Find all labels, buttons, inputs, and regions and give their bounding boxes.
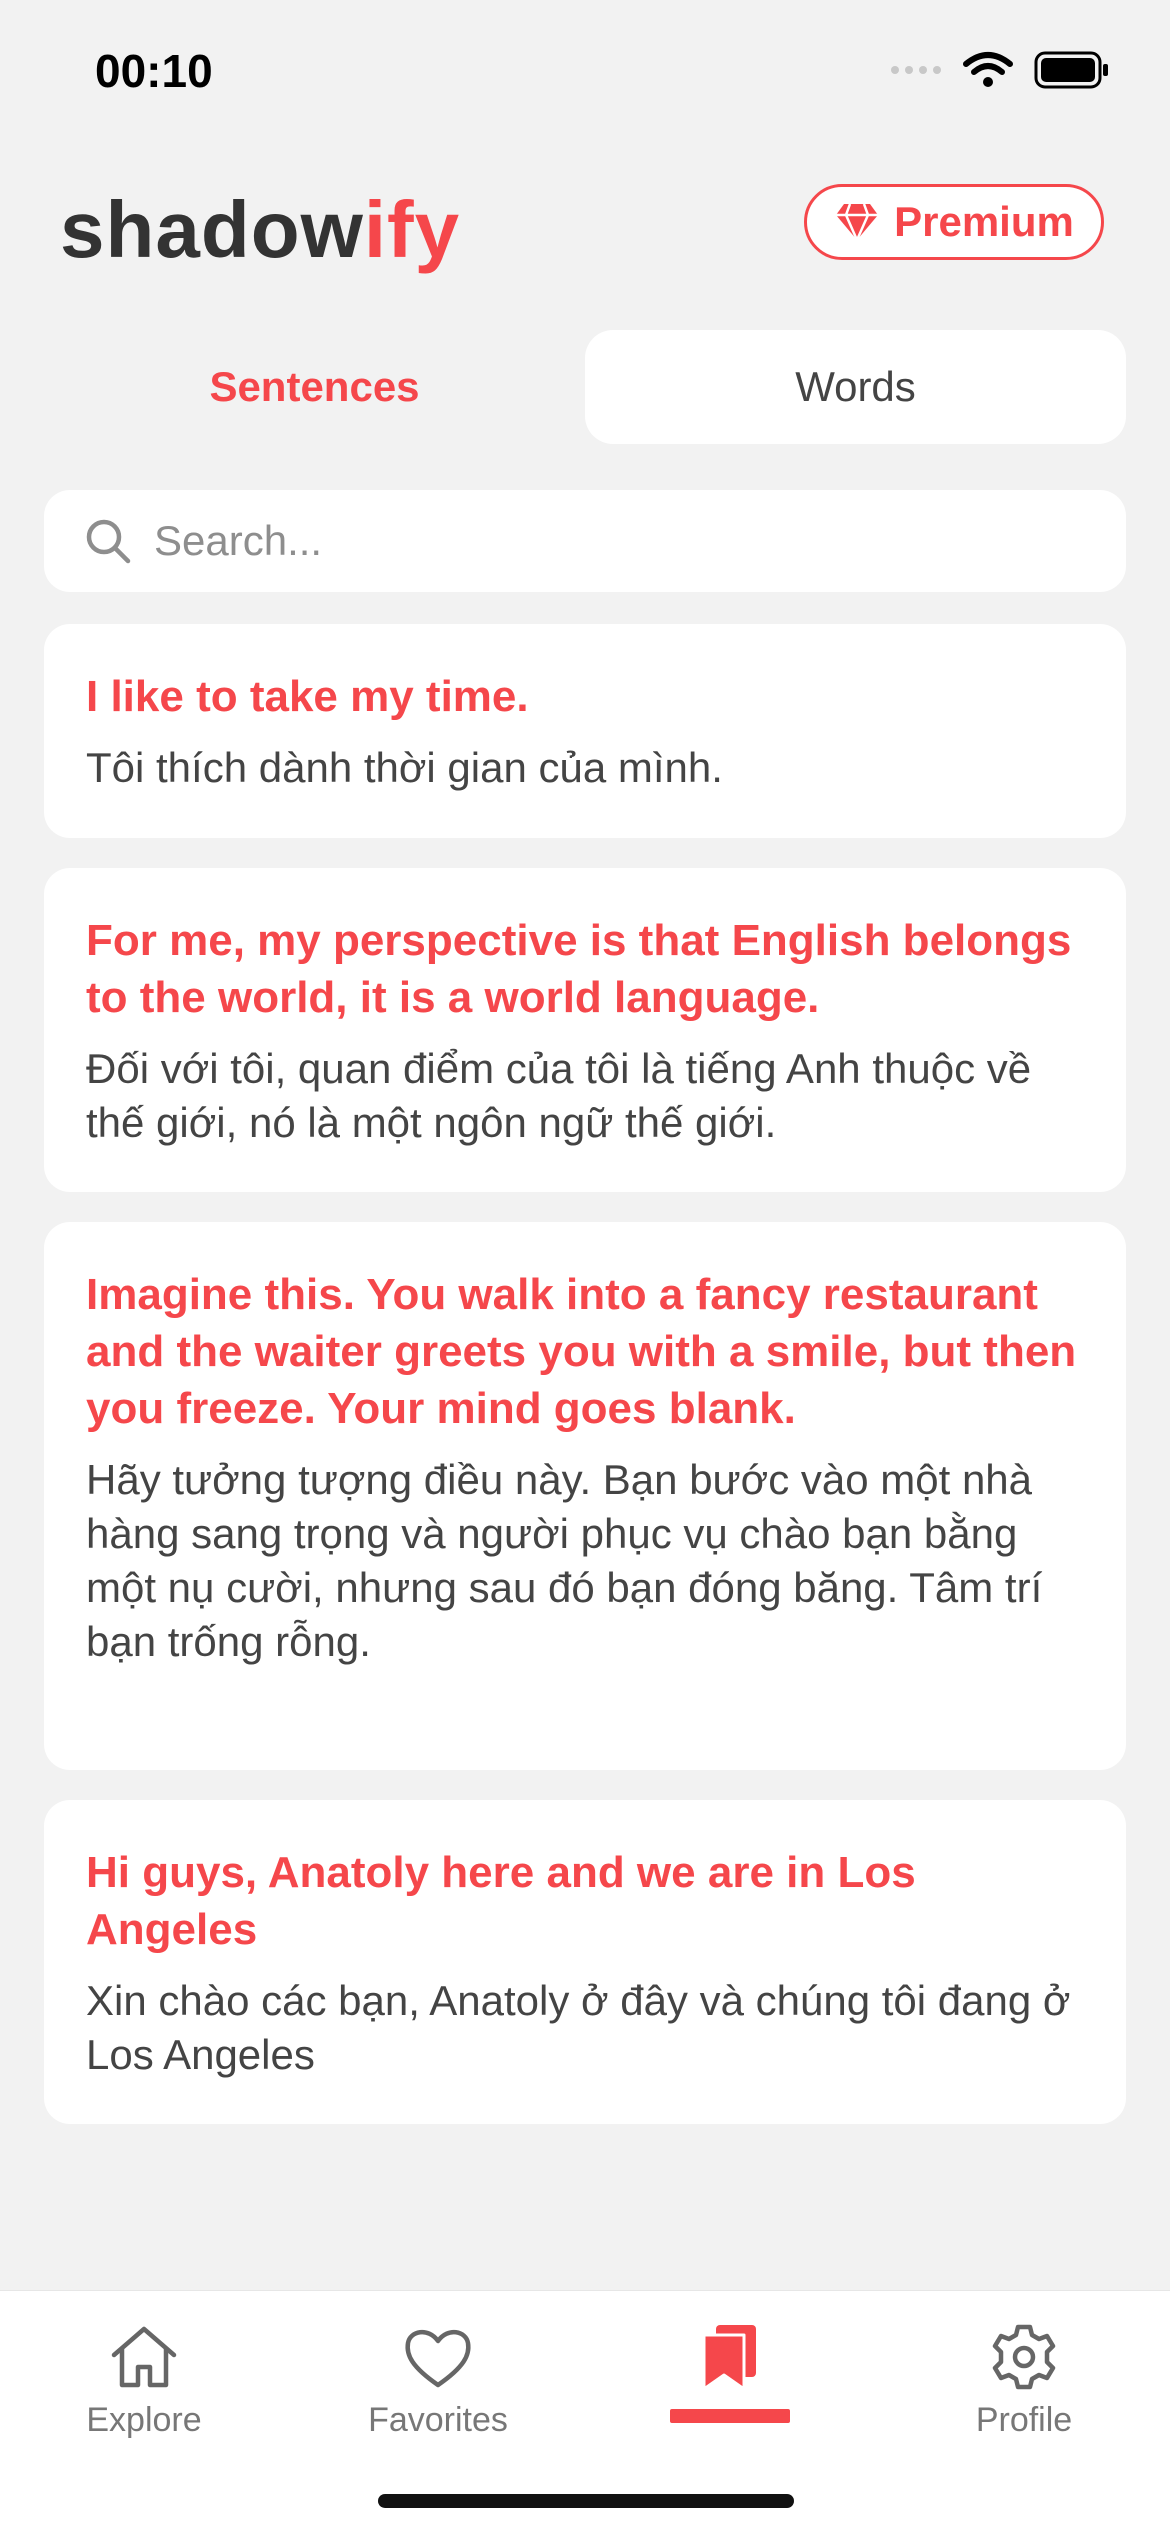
premium-button[interactable]: Premium — [804, 184, 1104, 260]
sentence-card[interactable]: For me, my perspective is that English b… — [44, 868, 1126, 1192]
diamond-icon — [836, 203, 879, 242]
brand-part1: shadow — [60, 185, 364, 274]
active-tab-indicator — [670, 2409, 790, 2423]
card-vietnamese-text: Hãy tưởng tượng điều này. Bạn bước vào m… — [86, 1456, 1043, 1665]
tab-favorites[interactable]: Favorites — [318, 2323, 558, 2440]
bookmark-icon — [702, 2325, 756, 2391]
tab-words[interactable]: Words — [585, 330, 1126, 444]
signal-icon — [891, 66, 941, 74]
segment-tabs: Sentences Words — [44, 330, 1126, 444]
app-logo: shadowify — [60, 184, 460, 276]
header: shadowify Premium — [0, 170, 1170, 280]
card-english-text: I like to take my time. — [86, 672, 529, 721]
tab-profile-label: Profile — [975, 2401, 1073, 2439]
home-indicator — [378, 2494, 794, 2508]
card-vietnamese-text: Xin chào các bạn, Anatoly ở đây và chúng… — [86, 1977, 1071, 2078]
sentence-card[interactable]: Imagine this. You walk into a fancy rest… — [44, 1222, 1126, 1770]
premium-label: Premium — [894, 198, 1074, 245]
card-vietnamese-text: Tôi thích dành thời gian của mình. — [86, 744, 723, 791]
tab-explore-label: Explore — [86, 2401, 202, 2439]
card-vietnamese-text: Đối với tôi, quan điểm của tôi là tiếng … — [86, 1045, 1032, 1146]
card-english-text: Hi guys, Anatoly here and we are in Los … — [86, 1848, 916, 1954]
card-english-text: Imagine this. You walk into a fancy rest… — [86, 1270, 1077, 1433]
tab-sentences[interactable]: Sentences — [44, 330, 585, 444]
sentence-card[interactable]: Hi guys, Anatoly here and we are in Los … — [44, 1800, 1126, 2124]
heart-icon — [405, 2330, 471, 2388]
wifi-icon — [963, 52, 1013, 87]
search-icon — [86, 519, 131, 564]
card-english-text: For me, my perspective is that English b… — [86, 916, 1072, 1022]
battery-icon — [1034, 51, 1108, 89]
tab-profile[interactable]: Profile — [904, 2323, 1144, 2440]
status-bar: 00:10 — [0, 0, 1170, 150]
tab-explore[interactable]: Explore — [24, 2323, 264, 2440]
status-time: 00:10 — [95, 45, 213, 97]
brand-part2: ify — [363, 185, 461, 274]
search-input[interactable] — [152, 516, 1056, 566]
tab-saved[interactable] — [610, 2323, 850, 2423]
status-icons — [890, 50, 1110, 90]
home-icon — [111, 2326, 177, 2388]
sentence-card[interactable]: I like to take my time. Tôi thích dành t… — [44, 624, 1126, 838]
gear-icon — [992, 2324, 1056, 2390]
search-bar — [44, 490, 1126, 592]
tab-favorites-label: Favorites — [368, 2401, 508, 2439]
